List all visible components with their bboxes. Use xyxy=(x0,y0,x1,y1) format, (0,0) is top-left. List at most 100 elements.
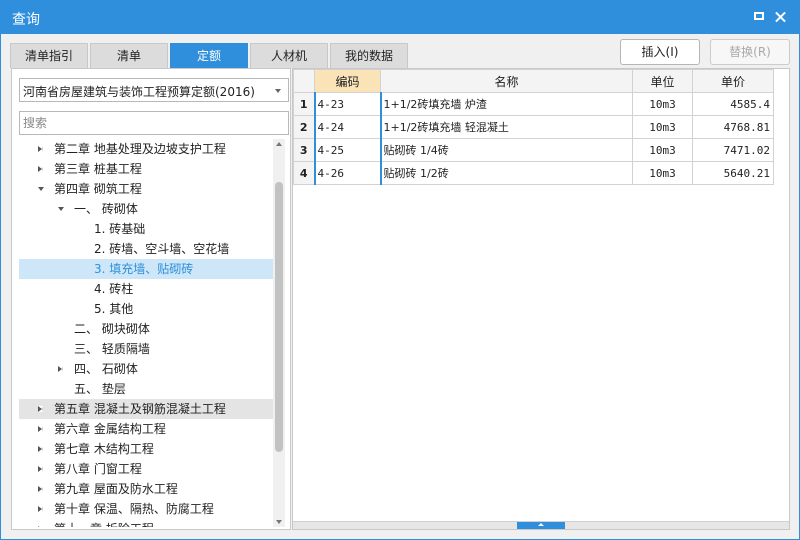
chevron-down-icon xyxy=(275,89,281,93)
tree-item-label: 二、 砌块砌体 xyxy=(74,322,150,336)
tree-item-label: 五、 垫层 xyxy=(74,382,126,396)
tree-item[interactable]: 第九章 屋面及防水工程 xyxy=(19,479,273,499)
name-cell[interactable]: 1+1/2砖填充墙 轻混凝土 xyxy=(380,115,633,139)
expand-right-icon[interactable] xyxy=(38,506,43,512)
expand-right-icon[interactable] xyxy=(38,146,43,152)
tree-item-label: 第七章 木结构工程 xyxy=(54,442,154,456)
search-input[interactable] xyxy=(19,111,289,135)
expand-right-icon[interactable] xyxy=(38,466,43,472)
expand-right-icon[interactable] xyxy=(38,406,43,412)
panel-collapse-grip[interactable] xyxy=(517,522,565,529)
row-number[interactable]: 4 xyxy=(293,161,315,185)
tree-item[interactable]: 第七章 木结构工程 xyxy=(19,439,273,459)
scroll-down-icon[interactable] xyxy=(276,520,282,524)
expand-down-icon[interactable] xyxy=(38,187,44,191)
tree-item[interactable]: 第十章 保温、隔热、防腐工程 xyxy=(19,499,273,519)
close-icon[interactable] xyxy=(773,9,789,25)
tree-item-label: 三、 轻质隔墙 xyxy=(74,342,150,356)
price-cell[interactable]: 4768.81 xyxy=(692,115,774,139)
unit-cell[interactable]: 10m3 xyxy=(632,115,693,139)
tree-item-label: 1. 砖基础 xyxy=(94,222,146,236)
row-number[interactable]: 3 xyxy=(293,138,315,162)
results-panel: 编码 名称 单位 单价 1 4-23 1+1/2砖填充墙 炉渣 10m3 4585.4 2… xyxy=(292,68,790,530)
tree-item[interactable]: 二、 砌块砌体 xyxy=(19,319,273,339)
tab-bill[interactable]: 清单 xyxy=(90,43,168,68)
row-number[interactable]: 2 xyxy=(293,115,315,139)
unit-cell[interactable]: 10m3 xyxy=(632,138,693,162)
expand-right-icon[interactable] xyxy=(38,526,43,527)
code-cell[interactable]: 4-24 xyxy=(313,115,382,139)
expand-down-icon[interactable] xyxy=(58,207,64,211)
scroll-up-icon[interactable] xyxy=(276,142,282,146)
tab-my-data[interactable]: 我的数据 xyxy=(330,43,408,68)
title-bar: 查询 xyxy=(0,0,800,34)
code-cell[interactable]: 4-25 xyxy=(313,138,382,162)
tree-item[interactable]: 五、 垫层 xyxy=(19,379,273,399)
scrollbar-thumb[interactable] xyxy=(275,182,283,452)
tab-quota[interactable]: 定额 xyxy=(170,43,248,68)
tree-item-label: 第十一章 拆除工程 xyxy=(54,519,154,527)
tree-item[interactable]: 3. 填充墙、贴砌砖 xyxy=(19,259,273,279)
table-row[interactable]: 3 4-25 贴砌砖 1/4砖 10m3 7471.02 xyxy=(293,138,774,162)
table-row[interactable]: 2 4-24 1+1/2砖填充墙 轻混凝土 10m3 4768.81 xyxy=(293,115,774,139)
tree-item-label: 2. 砖墙、空斗墙、空花墙 xyxy=(94,242,230,256)
tree-item[interactable]: 4. 砖柱 xyxy=(19,279,273,299)
expand-right-icon[interactable] xyxy=(58,366,63,372)
name-cell[interactable]: 1+1/2砖填充墙 炉渣 xyxy=(380,92,633,116)
tree-item-label: 第五章 混凝土及钢筋混凝土工程 xyxy=(54,402,226,416)
price-cell[interactable]: 4585.4 xyxy=(692,92,774,116)
tree-item[interactable]: 四、 石砌体 xyxy=(19,359,273,379)
insert-button[interactable]: 插入(I) xyxy=(620,39,700,65)
tree-item[interactable]: 第十一章 拆除工程 xyxy=(19,519,273,527)
price-column-header[interactable]: 单价 xyxy=(692,69,774,93)
tree-item[interactable]: 第六章 金属结构工程 xyxy=(19,419,273,439)
tree-item-label: 四、 石砌体 xyxy=(74,362,138,376)
chevron-up-icon xyxy=(538,523,544,526)
tree-item-label: 第八章 门窗工程 xyxy=(54,462,142,476)
price-cell[interactable]: 5640.21 xyxy=(692,161,774,185)
maximize-icon[interactable] xyxy=(752,9,768,25)
price-cell[interactable]: 7471.02 xyxy=(692,138,774,162)
row-number[interactable]: 1 xyxy=(293,92,315,116)
replace-button[interactable]: 替换(R) xyxy=(710,39,790,65)
tree-scrollbar[interactable] xyxy=(273,139,285,527)
tree-item[interactable]: 第五章 混凝土及钢筋混凝土工程 xyxy=(19,399,273,419)
name-cell[interactable]: 贴砌砖 1/2砖 xyxy=(380,161,633,185)
expand-right-icon[interactable] xyxy=(38,426,43,432)
expand-right-icon[interactable] xyxy=(38,166,43,172)
tree-item-label: 3. 填充墙、贴砌砖 xyxy=(94,262,194,276)
quota-table: 编码 名称 单位 单价 1 4-23 1+1/2砖填充墙 炉渣 10m3 4585.4 2… xyxy=(293,69,774,185)
unit-cell[interactable]: 10m3 xyxy=(632,161,693,185)
tree-item[interactable]: 第二章 地基处理及边坡支护工程 xyxy=(19,139,273,159)
tree-item[interactable]: 一、 砖砌体 xyxy=(19,199,273,219)
tree-item[interactable]: 第四章 砌筑工程 xyxy=(19,179,273,199)
tree-item[interactable]: 2. 砖墙、空斗墙、空花墙 xyxy=(19,239,273,259)
tree-item[interactable]: 第三章 桩基工程 xyxy=(19,159,273,179)
tree-item-label: 第六章 金属结构工程 xyxy=(54,422,166,436)
code-cell[interactable]: 4-23 xyxy=(313,92,382,116)
tree-item[interactable]: 1. 砖基础 xyxy=(19,219,273,239)
name-column-header[interactable]: 名称 xyxy=(380,69,633,93)
unit-cell[interactable]: 10m3 xyxy=(632,92,693,116)
tree-item[interactable]: 第八章 门窗工程 xyxy=(19,459,273,479)
library-select[interactable]: 河南省房屋建筑与装饰工程预算定额(2016) xyxy=(19,78,289,102)
tree-item-label: 4. 砖柱 xyxy=(94,282,134,296)
tree-item[interactable]: 三、 轻质隔墙 xyxy=(19,339,273,359)
tree-item-label: 第二章 地基处理及边坡支护工程 xyxy=(54,142,226,156)
expand-right-icon[interactable] xyxy=(38,446,43,452)
unit-column-header[interactable]: 单位 xyxy=(632,69,693,93)
tab-labor-material[interactable]: 人材机 xyxy=(250,43,328,68)
name-cell[interactable]: 贴砌砖 1/4砖 xyxy=(380,138,633,162)
code-column-header[interactable]: 编码 xyxy=(314,69,381,93)
tree-item-label: 第九章 屋面及防水工程 xyxy=(54,482,178,496)
tree-item[interactable]: 5. 其他 xyxy=(19,299,273,319)
expand-right-icon[interactable] xyxy=(38,486,43,492)
tab-bill-guide[interactable]: 清单指引 xyxy=(10,43,88,68)
library-select-value: 河南省房屋建筑与装饰工程预算定额(2016) xyxy=(23,85,255,99)
tree-item-label: 第四章 砌筑工程 xyxy=(54,182,142,196)
tree-item-label: 一、 砖砌体 xyxy=(74,202,138,216)
code-cell[interactable]: 4-26 xyxy=(313,161,382,185)
horizontal-scrollbar[interactable] xyxy=(293,521,789,529)
table-row[interactable]: 4 4-26 贴砌砖 1/2砖 10m3 5640.21 xyxy=(293,161,774,185)
table-row[interactable]: 1 4-23 1+1/2砖填充墙 炉渣 10m3 4585.4 xyxy=(293,92,774,116)
